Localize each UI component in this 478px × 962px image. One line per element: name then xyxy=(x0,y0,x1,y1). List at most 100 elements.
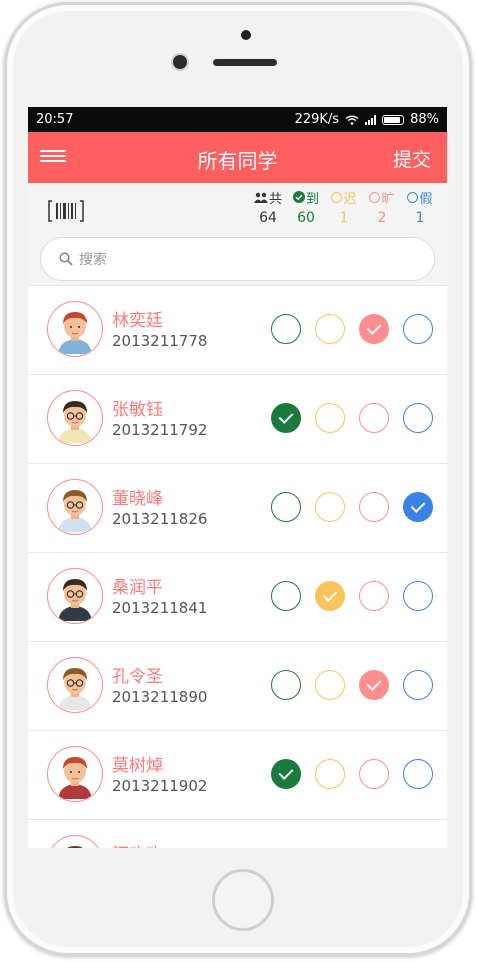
avatar xyxy=(47,390,103,446)
menu-icon[interactable] xyxy=(40,150,66,164)
attendance-options xyxy=(271,403,433,433)
stat-total-count: 64 xyxy=(259,210,277,226)
late-circle-icon xyxy=(331,191,343,203)
search-placeholder: 搜索 xyxy=(79,252,107,268)
student-name: 汪欢欢 xyxy=(112,840,163,848)
student-row[interactable]: 林奕廷 2013211778 xyxy=(28,286,447,375)
battery-icon xyxy=(382,114,405,125)
student-name: 林奕廷 xyxy=(112,311,163,331)
student-id: 2013211826 xyxy=(112,510,208,528)
battery-level: 88% xyxy=(410,112,439,127)
stat-leave-label: 假 xyxy=(419,191,433,207)
leave-option[interactable] xyxy=(403,670,433,700)
student-id: 2013211792 xyxy=(112,421,208,439)
attendance-options xyxy=(271,759,433,789)
student-name: 董晓峰 xyxy=(112,489,163,509)
absent-option[interactable] xyxy=(359,670,389,700)
present-option[interactable] xyxy=(271,492,301,522)
barcode-scan-icon[interactable] xyxy=(48,199,84,223)
leave-option[interactable] xyxy=(403,759,433,789)
attendance-options xyxy=(271,314,433,344)
stat-late: 迟 1 xyxy=(327,188,361,226)
stat-present-label: 到 xyxy=(305,191,319,207)
absent-option[interactable] xyxy=(359,759,389,789)
stat-leave-count: 1 xyxy=(415,210,425,226)
late-option[interactable] xyxy=(315,314,345,344)
stat-leave: 假 1 xyxy=(403,188,437,226)
student-name: 孔令圣 xyxy=(112,667,163,687)
present-option[interactable] xyxy=(271,581,301,611)
stat-present-count: 60 xyxy=(297,210,315,226)
student-row[interactable]: 张敏钰 2013211792 xyxy=(28,375,447,464)
student-id: 2013211890 xyxy=(112,688,208,706)
search-icon xyxy=(59,252,73,266)
student-row[interactable]: 汪欢欢 xyxy=(28,820,447,848)
check-circle-icon xyxy=(292,191,305,203)
avatar xyxy=(47,835,103,848)
late-option[interactable] xyxy=(315,581,345,611)
people-icon xyxy=(253,192,268,203)
present-option[interactable] xyxy=(271,403,301,433)
late-option[interactable] xyxy=(315,403,345,433)
student-list: 林奕廷 2013211778 张敏钰 2013211792 董晓峰 2013211826 桑… xyxy=(28,286,447,848)
student-name: 莫树焯 xyxy=(112,756,163,776)
attendance-options xyxy=(271,670,433,700)
attendance-options xyxy=(271,581,433,611)
network-speed: 229K/s xyxy=(294,112,340,127)
app-bar: 所有同学 提交 xyxy=(28,132,447,183)
student-id: 2013211841 xyxy=(112,599,208,617)
student-name: 张敏钰 xyxy=(112,400,163,420)
leave-option[interactable] xyxy=(403,581,433,611)
stat-total: 共 64 xyxy=(251,188,285,226)
front-camera xyxy=(241,30,251,40)
leave-option[interactable] xyxy=(403,314,433,344)
signal-icon xyxy=(365,114,377,125)
late-option[interactable] xyxy=(315,670,345,700)
avatar xyxy=(47,479,103,535)
stat-late-count: 1 xyxy=(339,210,349,226)
absent-option[interactable] xyxy=(359,403,389,433)
late-option[interactable] xyxy=(315,492,345,522)
stat-total-label: 共 xyxy=(268,191,282,207)
avatar xyxy=(47,568,103,624)
page-title: 所有同学 xyxy=(197,149,278,173)
stat-present: 到 60 xyxy=(289,188,323,226)
absent-circle-icon xyxy=(369,191,381,203)
avatar xyxy=(47,746,103,802)
proximity-sensor xyxy=(173,55,187,69)
student-row[interactable]: 桑润平 2013211841 xyxy=(28,553,447,642)
absent-option[interactable] xyxy=(359,314,389,344)
absent-option[interactable] xyxy=(359,581,389,611)
absent-option[interactable] xyxy=(359,492,389,522)
stat-absent: 旷 2 xyxy=(365,188,399,226)
student-id: 2013211778 xyxy=(112,332,208,350)
late-option[interactable] xyxy=(315,759,345,789)
leave-option[interactable] xyxy=(403,403,433,433)
present-option[interactable] xyxy=(271,670,301,700)
leave-circle-icon xyxy=(407,191,419,203)
student-row[interactable]: 莫树焯 2013211902 xyxy=(28,731,447,820)
student-row[interactable]: 孔令圣 2013211890 xyxy=(28,642,447,731)
student-id: 2013211902 xyxy=(112,777,208,795)
app-screen: 20:57 229K/s 88% 所有同学 提交 共 64 到 60 迟 1 旷… xyxy=(28,107,447,848)
search-input[interactable]: 搜索 xyxy=(40,237,435,281)
student-row[interactable]: 董晓峰 2013211826 xyxy=(28,464,447,553)
status-time: 20:57 xyxy=(36,112,74,127)
home-button[interactable] xyxy=(212,869,274,931)
leave-option[interactable] xyxy=(403,492,433,522)
stat-late-label: 迟 xyxy=(343,191,357,207)
avatar xyxy=(47,301,103,357)
wifi-icon xyxy=(345,115,359,125)
present-option[interactable] xyxy=(271,759,301,789)
status-bar: 20:57 229K/s 88% xyxy=(28,107,447,132)
stat-absent-count: 2 xyxy=(377,210,387,226)
student-name: 桑润平 xyxy=(112,578,163,598)
stat-absent-label: 旷 xyxy=(381,191,395,207)
attendance-options xyxy=(271,492,433,522)
attendance-summary: 共 64 到 60 迟 1 旷 2 假 1 xyxy=(28,183,447,234)
submit-button[interactable]: 提交 xyxy=(393,145,431,172)
earpiece-speaker xyxy=(213,59,277,66)
present-option[interactable] xyxy=(271,314,301,344)
search-area: 搜索 xyxy=(28,234,447,286)
avatar xyxy=(47,657,103,713)
